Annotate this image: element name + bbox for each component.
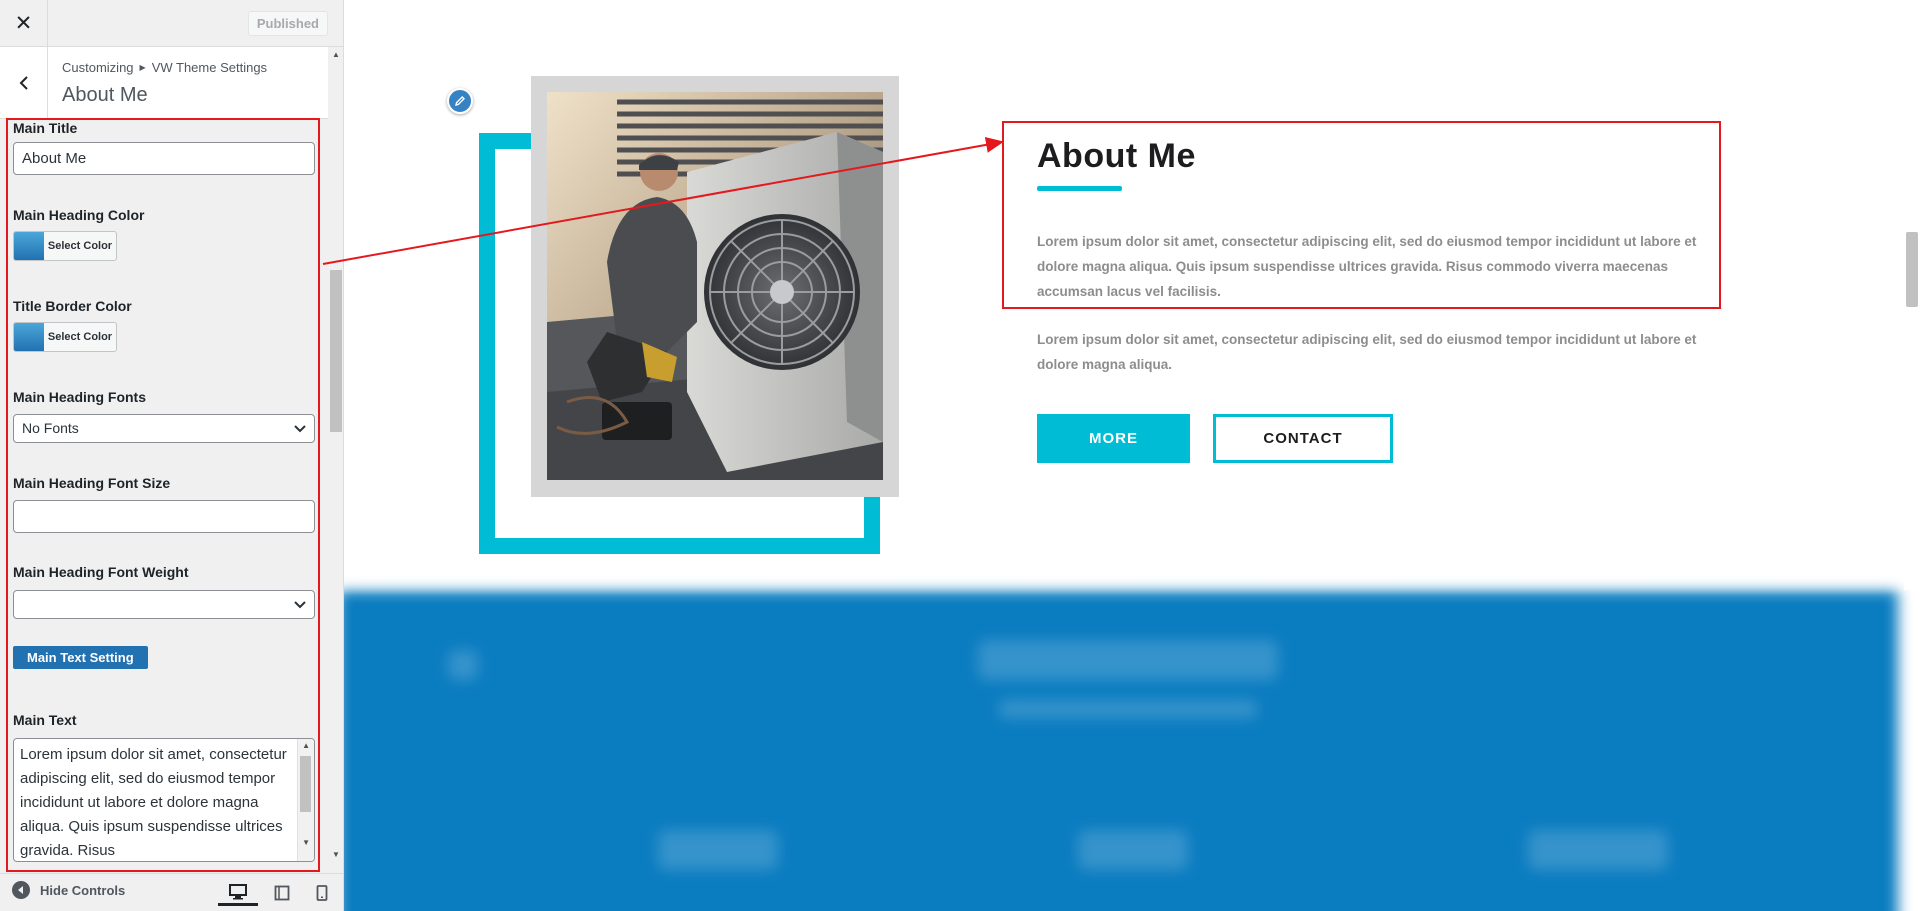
main-text-label: Main Text — [13, 712, 77, 728]
scroll-up-icon[interactable]: ▲ — [332, 50, 340, 59]
main-text-setting-button[interactable]: Main Text Setting — [13, 646, 148, 669]
main-text-textarea[interactable]: Lorem ipsum dolor sit amet, consectetur … — [13, 738, 315, 862]
collapse-icon — [12, 881, 30, 899]
textarea-scrollbar[interactable]: ▲ ▼ — [297, 739, 314, 861]
desktop-icon — [229, 883, 247, 899]
color-swatch — [14, 232, 44, 260]
breadcrumb-item: VW Theme Settings — [151, 60, 268, 75]
controls-panel: Main Title About Me Main Heading Color S… — [6, 118, 320, 872]
sidebar-scrollbar[interactable] — [328, 47, 343, 863]
select-color-label: Select Color — [47, 331, 113, 343]
close-customizer-button[interactable]: ✕ — [0, 0, 48, 46]
main-title-label: Main Title — [13, 120, 78, 136]
hvac-technician-image — [547, 92, 883, 480]
preview-scrollbar-thumb[interactable] — [1906, 232, 1918, 307]
breadcrumb: Customizing ▶ VW Theme Settings — [62, 60, 267, 75]
customizer-footer: Hide Controls — [0, 873, 343, 911]
contact-button[interactable]: CONTACT — [1213, 414, 1393, 463]
hide-controls-label: Hide Controls — [40, 882, 126, 898]
edit-shortcut-button[interactable] — [447, 88, 473, 114]
customizer-topbar: ✕ Published — [0, 0, 343, 47]
customizer-sidebar: ✕ Published Customizing ▶ VW Theme Setti… — [0, 0, 344, 911]
main-heading-fonts-label: Main Heading Fonts — [13, 389, 146, 405]
main-heading-font-weight-select[interactable] — [13, 590, 315, 619]
about-heading: About Me — [1037, 137, 1196, 175]
main-heading-font-size-input[interactable] — [13, 500, 315, 533]
chevron-down-icon — [294, 425, 306, 433]
heading-underline — [1037, 186, 1122, 191]
about-paragraph-2: Lorem ipsum dolor sit amet, consectetur … — [1037, 332, 1697, 372]
textarea-scrollbar-thumb[interactable] — [300, 756, 311, 812]
title-border-color-button[interactable]: Select Color — [13, 322, 117, 352]
section-title: About Me — [62, 84, 148, 106]
title-border-color-label: Title Border Color — [13, 298, 132, 314]
blurred-section — [344, 590, 1898, 911]
site-preview: About Me Lorem ipsum dolor sit amet, con… — [344, 0, 1920, 911]
mobile-icon — [316, 885, 328, 901]
main-text-content: Lorem ipsum dolor sit amet, consectetur … — [20, 746, 287, 859]
preview-tablet-button[interactable] — [262, 880, 302, 906]
breadcrumb-separator-icon: ▶ — [139, 63, 146, 72]
chevron-down-icon — [294, 601, 306, 609]
main-title-input[interactable]: About Me — [13, 142, 315, 175]
select-value: No Fonts — [22, 420, 79, 436]
color-swatch — [14, 323, 44, 351]
customizer-window: ✕ Published Customizing ▶ VW Theme Setti… — [0, 0, 1920, 911]
main-heading-color-label: Main Heading Color — [13, 207, 145, 223]
chevron-left-icon — [19, 76, 28, 90]
scroll-down-icon[interactable]: ▼ — [332, 850, 340, 859]
scroll-down-icon[interactable]: ▼ — [302, 838, 310, 847]
published-button[interactable]: Published — [247, 11, 328, 36]
main-heading-fonts-select[interactable]: No Fonts — [13, 414, 315, 443]
main-heading-font-weight-label: Main Heading Font Weight — [13, 564, 189, 580]
main-heading-color-button[interactable]: Select Color — [13, 231, 117, 261]
sidebar-scrollbar-thumb[interactable] — [330, 270, 342, 432]
section-header: Customizing ▶ VW Theme Settings About Me — [0, 47, 328, 119]
section-fade — [344, 565, 1920, 595]
tablet-icon — [274, 885, 290, 901]
main-heading-font-size-label: Main Heading Font Size — [13, 475, 171, 491]
hvac-technician-illustration — [547, 92, 883, 480]
about-paragraph-1: Lorem ipsum dolor sit amet, consectetur … — [1037, 234, 1697, 299]
preview-mobile-button[interactable] — [304, 880, 340, 906]
select-color-label: Select Color — [47, 240, 113, 252]
close-icon: ✕ — [14, 11, 33, 35]
hide-controls-button[interactable]: Hide Controls — [12, 881, 125, 899]
back-button[interactable] — [0, 47, 48, 119]
pencil-icon — [455, 96, 465, 106]
breadcrumb-item: Customizing — [62, 60, 134, 75]
preview-desktop-button[interactable] — [218, 880, 258, 906]
scroll-up-icon[interactable]: ▲ — [302, 741, 310, 750]
more-button[interactable]: MORE — [1037, 414, 1190, 463]
